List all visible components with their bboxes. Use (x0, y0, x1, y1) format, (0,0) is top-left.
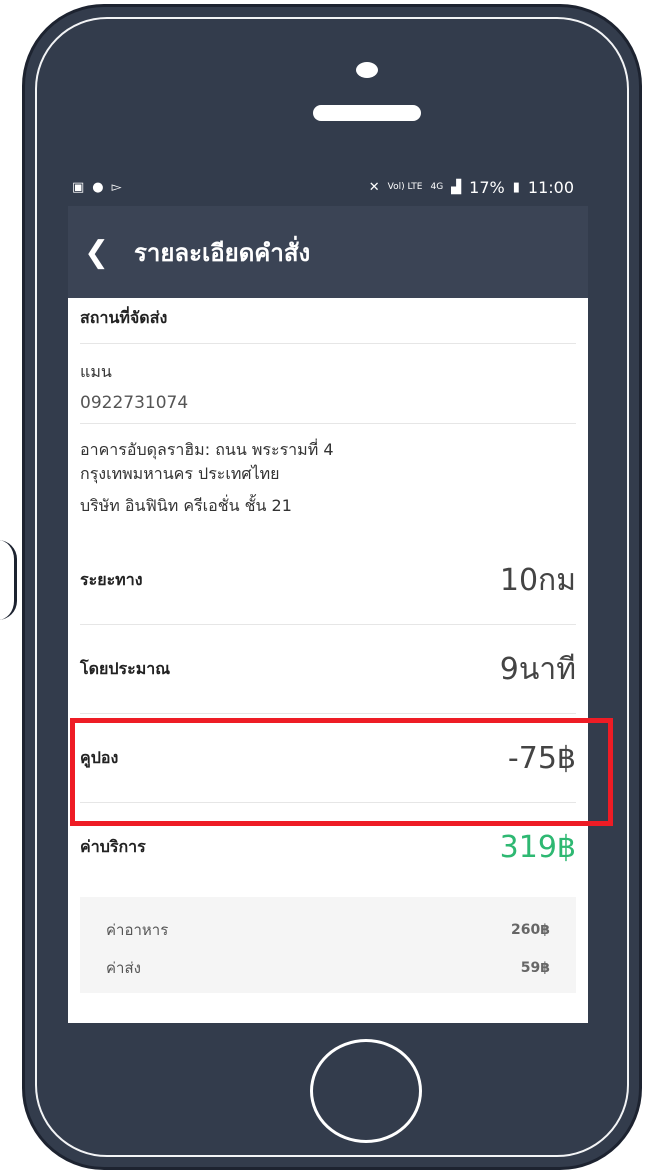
coupon-label: คูปอง (80, 747, 119, 767)
phone-screen: ▣ ● ▻ ✕ Vol) LTE 4G ▟ 17% ▮ 11:00 ❮ รายล… (68, 168, 588, 1023)
eta-row: โดยประมาณ 9นาที (80, 625, 576, 714)
mute-icon: ✕ (368, 179, 380, 195)
clock: 11:00 (527, 177, 574, 197)
distance-value: 10กม (499, 562, 576, 598)
order-details: สถานที่จัดส่ง แมน 0922731074 อาคารอับดุล… (68, 298, 588, 993)
address-line-3: บริษัท อินฟินิท ครีเอชั่น ชั้น 21 (80, 496, 292, 515)
camera-icon (356, 62, 378, 78)
line-chat-icon: ● (92, 179, 104, 195)
battery-percent: 17% (469, 177, 505, 197)
signal-icon: ▟ (451, 179, 462, 195)
delivery-section-title: สถานที่จัดส่ง (80, 298, 576, 344)
status-right-icons: ✕ Vol) LTE 4G ▟ 17% ▮ 11:00 (369, 178, 574, 197)
distance-label: ระยะทาง (80, 569, 143, 589)
cast-icon: ▻ (111, 179, 122, 195)
network-type-label: 4G (430, 181, 444, 192)
page-title: รายละเอียดคำสั่ง (134, 238, 311, 267)
delivery-fee-row: ค่าส่ง 59฿ (106, 949, 550, 987)
battery-icon: ▮ (512, 179, 520, 195)
address-line-2: กรุงเทพมหานคร ประเทศไทย (80, 464, 280, 483)
delivery-fee-value: 59฿ (520, 960, 550, 976)
service-fee-value: 319฿ (499, 829, 576, 865)
delivery-fee-label: ค่าส่ง (106, 959, 141, 977)
distance-row: ระยะทาง 10กม (80, 536, 576, 625)
volte-label: Vol) LTE (387, 181, 423, 192)
status-left-icons: ▣ ● ▻ (72, 180, 122, 195)
side-button (0, 540, 17, 620)
address-block: อาคารอับดุลราฮิม: ถนน พระรามที่ 4 กรุงเท… (80, 424, 576, 536)
back-arrow-icon[interactable]: ❮ (84, 235, 120, 270)
image-icon: ▣ (72, 179, 85, 195)
service-fee-row: ค่าบริการ 319฿ (80, 803, 576, 891)
app-bar: ❮ รายละเอียดคำสั่ง (68, 206, 588, 298)
food-fee-value: 260฿ (511, 922, 550, 938)
home-button[interactable] (310, 1039, 422, 1143)
coupon-value: -75฿ (507, 740, 576, 776)
fee-breakdown: ค่าอาหาร 260฿ ค่าส่ง 59฿ (80, 897, 576, 993)
address-line-1: อาคารอับดุลราฮิม: ถนน พระรามที่ 4 (80, 440, 334, 459)
eta-label: โดยประมาณ (80, 658, 171, 678)
status-bar: ▣ ● ▻ ✕ Vol) LTE 4G ▟ 17% ▮ 11:00 (68, 168, 588, 206)
recipient-block: แมน 0922731074 (80, 344, 576, 424)
service-fee-label: ค่าบริการ (80, 836, 146, 856)
recipient-phone[interactable]: 0922731074 (80, 393, 576, 413)
coupon-row: คูปอง -75฿ (80, 714, 576, 803)
food-fee-label: ค่าอาหาร (106, 921, 169, 939)
food-fee-row: ค่าอาหาร 260฿ (106, 911, 550, 949)
recipient-name: แมน (80, 362, 112, 381)
speaker-grille (313, 105, 421, 121)
eta-value: 9นาที (499, 651, 576, 687)
